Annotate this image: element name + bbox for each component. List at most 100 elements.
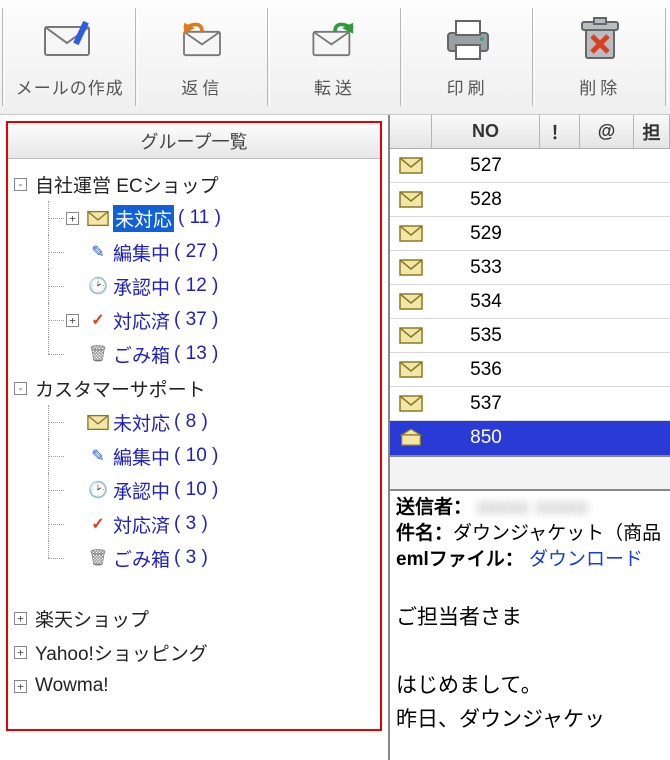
toolbar-compose-button[interactable]: メールの作成 [7,0,133,114]
mail-status-icon [390,217,432,250]
delete-icon [570,14,630,64]
mail-no: 850 [432,421,540,454]
mail-list-row[interactable]: 536 [390,353,670,387]
mail-no: 527 [432,149,540,182]
forward-icon [305,14,365,64]
print-icon [438,14,498,64]
folder-count: ( 3 ) [174,513,208,535]
envelope-icon [87,413,109,431]
mail-list-row[interactable]: 528 [390,183,670,217]
clock-icon: 🕑 [87,481,109,499]
folder-node-approving[interactable]: 🕑承認中 ( 12 ) [32,269,374,303]
folder-node-trash[interactable]: 🗑ごみ箱 ( 3 ) [32,541,374,575]
preview-body-line: 昨日、ダウンジャケッ [396,703,664,737]
mail-status-icon [390,387,432,420]
mail-list-row[interactable]: 527 [390,149,670,183]
folder-node-editing[interactable]: ✎編集中 ( 10 ) [32,439,374,473]
mail-list: 527528529533534535536537850 [390,149,670,455]
mail-no: 534 [432,285,540,318]
toolbar-separator [532,8,535,106]
toolbar-button-label: 削除 [579,74,621,99]
toolbar-separator [267,8,270,106]
expand-icon[interactable]: + [14,646,27,659]
folder-node-editing[interactable]: ✎編集中 ( 27 ) [32,235,374,269]
mail-no: 537 [432,387,540,420]
group-label: Yahoo!ショッピング [35,639,208,666]
collapse-icon[interactable]: - [14,178,27,191]
col-header-no[interactable]: NO [432,115,540,148]
folder-count: ( 13 ) [174,343,218,365]
preview-sender-value: xxxxx xxxxx [477,497,588,518]
folder-node-done[interactable]: +✓対応済 ( 37 ) [32,303,374,337]
toolbar-delete-button[interactable]: 削除 [537,0,663,114]
preview-subject-value: ダウンジャケット（商品 [453,523,661,544]
toolbar-button-label: メールの作成 [16,74,124,99]
mail-status-icon [390,285,432,318]
folder-label: 対応済 [113,511,170,538]
group-node[interactable]: -自社運営 ECショップ [14,167,374,201]
pane-splitter[interactable] [390,455,670,491]
folder-node-unhandled[interactable]: 未対応 ( 8 ) [32,405,374,439]
preview-body-line: ご担当者さま [396,601,664,635]
mail-status-icon [390,421,432,454]
expand-icon[interactable]: + [66,314,79,327]
toolbar-reply-button[interactable]: 返信 [140,0,266,114]
toolbar-button-label: 返信 [181,74,223,99]
mail-no: 528 [432,183,540,216]
folder-node-trash[interactable]: 🗑ごみ箱 ( 13 ) [32,337,374,371]
clock-icon: 🕑 [87,277,109,295]
folder-count: ( 8 ) [174,411,208,433]
group-label: Wowma! [35,675,109,697]
mail-list-row[interactable]: 533 [390,251,670,285]
preview-subject-label: 件名： [396,523,453,544]
col-header-owner[interactable]: 担 [634,115,670,148]
toolbar-forward-button[interactable]: 転送 [272,0,398,114]
folder-node-unhandled[interactable]: +未対応 ( 11 ) [32,201,374,235]
col-header-at[interactable]: @ [580,115,634,148]
group-node[interactable]: -カスタマーサポート [14,371,374,405]
folder-label: 承認中 [113,477,170,504]
expand-icon[interactable]: + [14,612,27,625]
envelope-icon [87,209,109,227]
toolbar: メールの作成 返信 転送 [0,0,670,115]
folder-label: 編集中 [113,239,170,266]
pencil-icon: ✎ [87,447,109,465]
group-label: 楽天ショップ [35,605,149,632]
check-icon: ✓ [87,311,109,329]
mail-no: 535 [432,319,540,352]
folder-node-done[interactable]: ✓対応済 ( 3 ) [32,507,374,541]
mail-preview: 送信者： xxxxx xxxxx 件名：ダウンジャケット（商品 emlファイル：… [390,491,670,737]
group-node[interactable]: + Yahoo!ショッピング [14,635,374,669]
group-node[interactable]: + Wowma! [14,669,374,703]
check-icon: ✓ [87,515,109,533]
folder-label: 承認中 [113,273,170,300]
toolbar-separator [2,8,5,106]
mail-list-header: NO ！ @ 担 [390,115,670,149]
group-node[interactable]: + 楽天ショップ [14,601,374,635]
folder-node-approving[interactable]: 🕑承認中 ( 10 ) [32,473,374,507]
preview-eml-label: emlファイル： [396,549,524,570]
folder-count: ( 12 ) [174,275,218,297]
pencil-icon: ✎ [87,243,109,261]
toolbar-separator [135,8,138,106]
folder-label: ごみ箱 [113,341,170,368]
mail-list-row[interactable]: 537 [390,387,670,421]
mail-status-icon [390,319,432,352]
mail-status-icon [390,251,432,284]
mail-list-row[interactable]: 850 [390,421,670,455]
mail-list-row[interactable]: 529 [390,217,670,251]
mail-no: 529 [432,217,540,250]
expand-icon[interactable]: + [66,212,79,225]
collapse-icon[interactable]: - [14,382,27,395]
preview-eml-download-link[interactable]: ダウンロード [529,549,643,570]
trash-icon: 🗑 [87,549,109,567]
mail-list-row[interactable]: 534 [390,285,670,319]
toolbar-print-button[interactable]: 印刷 [405,0,531,114]
expand-icon[interactable]: + [14,680,27,693]
folder-label: 編集中 [113,443,170,470]
folder-count: ( 3 ) [174,547,208,569]
mail-list-row[interactable]: 535 [390,319,670,353]
folder-tree: -自社運営 ECショップ+未対応 ( 11 )✎編集中 ( 27 )🕑承認中 (… [8,159,380,703]
toolbar-separator [400,8,403,106]
col-header-bang[interactable]: ！ [540,115,580,148]
